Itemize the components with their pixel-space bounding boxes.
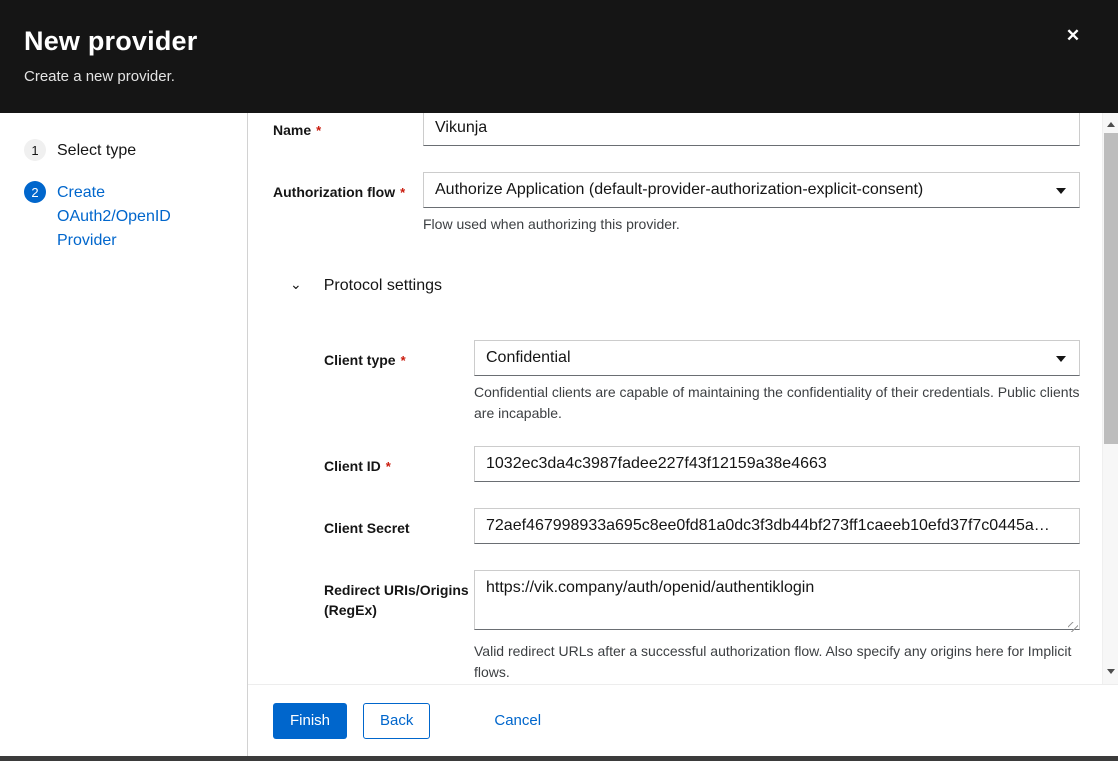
client-id-label-text: Client ID [324, 458, 381, 474]
redirect-uris-help: Valid redirect URLs after a successful a… [474, 641, 1080, 683]
required-asterisk: * [401, 353, 406, 368]
name-input[interactable] [423, 113, 1080, 146]
client-id-label: Client ID * [324, 446, 474, 482]
modal-header: New provider Create a new provider. ✕ [0, 0, 1118, 113]
provider-form: Name * Authorization flow * Authorize Appl… [248, 113, 1102, 684]
wizard-footer: Finish Back Cancel [248, 684, 1118, 756]
required-asterisk: * [400, 185, 405, 200]
close-icon[interactable]: ✕ [1061, 24, 1085, 48]
client-id-input[interactable] [474, 446, 1080, 482]
client-type-select[interactable]: Confidential [474, 340, 1080, 376]
caret-down-icon [1056, 356, 1066, 362]
name-label-text: Name [273, 122, 311, 138]
scroll-up-icon[interactable] [1103, 117, 1118, 131]
new-provider-modal: New provider Create a new provider. ✕ 1 … [0, 0, 1118, 761]
client-secret-label-text: Client Secret [324, 520, 410, 536]
step-number-badge: 2 [24, 181, 46, 203]
client-type-help: Confidential clients are capable of main… [474, 382, 1080, 424]
redirect-uris-textarea[interactable]: https://vik.company/auth/openid/authenti… [474, 570, 1080, 630]
client-type-value: Confidential [486, 349, 571, 367]
resize-grip-icon[interactable] [1068, 622, 1078, 632]
redirect-uris-row: Redirect URIs/Origins (RegEx) https://vi… [273, 570, 1080, 683]
authorization-flow-value: Authorize Application (default-provider-… [435, 181, 923, 199]
client-id-row: Client ID * [273, 446, 1080, 482]
name-field-row: Name * [273, 113, 1080, 146]
client-type-label-text: Client type [324, 352, 396, 368]
name-label: Name * [273, 113, 423, 146]
wizard-step-create-provider[interactable]: 2 Create OAuth2/OpenID Provider [24, 181, 231, 253]
scrollbar-thumb[interactable] [1104, 133, 1118, 444]
client-secret-row: Client Secret [273, 508, 1080, 544]
wizard-step-select-type[interactable]: 1 Select type [24, 139, 231, 163]
required-asterisk: * [316, 123, 321, 138]
page-backdrop [0, 756, 1118, 761]
protocol-settings-title: Protocol settings [324, 277, 442, 295]
finish-button[interactable]: Finish [273, 703, 347, 739]
authorization-flow-help: Flow used when authorizing this provider… [423, 214, 1080, 235]
wizard-main: Name * Authorization flow * Authorize Appl… [248, 113, 1118, 756]
cancel-button[interactable]: Cancel [494, 703, 541, 739]
back-button[interactable]: Back [363, 703, 430, 739]
step-label: Create OAuth2/OpenID Provider [57, 181, 187, 253]
authorization-flow-label-text: Authorization flow [273, 184, 395, 200]
client-secret-label: Client Secret [324, 508, 474, 544]
authorization-flow-label: Authorization flow * [273, 172, 423, 235]
authorization-flow-select[interactable]: Authorize Application (default-provider-… [423, 172, 1080, 208]
modal-subtitle: Create a new provider. [24, 68, 1094, 85]
form-scrollbar[interactable] [1102, 113, 1118, 684]
redirect-uris-label: Redirect URIs/Origins (RegEx) [324, 570, 474, 683]
chevron-down-icon: ⌄ [290, 277, 302, 291]
caret-down-icon [1056, 188, 1066, 194]
scroll-down-icon[interactable] [1103, 664, 1118, 678]
client-secret-input[interactable] [474, 508, 1080, 544]
modal-title: New provider [24, 26, 1094, 57]
wizard-nav: 1 Select type 2 Create OAuth2/OpenID Pro… [0, 113, 248, 756]
client-type-row: Client type * Confidential Confidential c… [273, 340, 1080, 424]
protocol-settings-toggle[interactable]: ⌄ Protocol settings [273, 277, 1080, 295]
authorization-flow-row: Authorization flow * Authorize Applicatio… [273, 172, 1080, 235]
step-label: Select type [57, 139, 187, 163]
modal-body: 1 Select type 2 Create OAuth2/OpenID Pro… [0, 113, 1118, 756]
client-type-label: Client type * [324, 340, 474, 424]
step-number-badge: 1 [24, 139, 46, 161]
required-asterisk: * [386, 459, 391, 474]
